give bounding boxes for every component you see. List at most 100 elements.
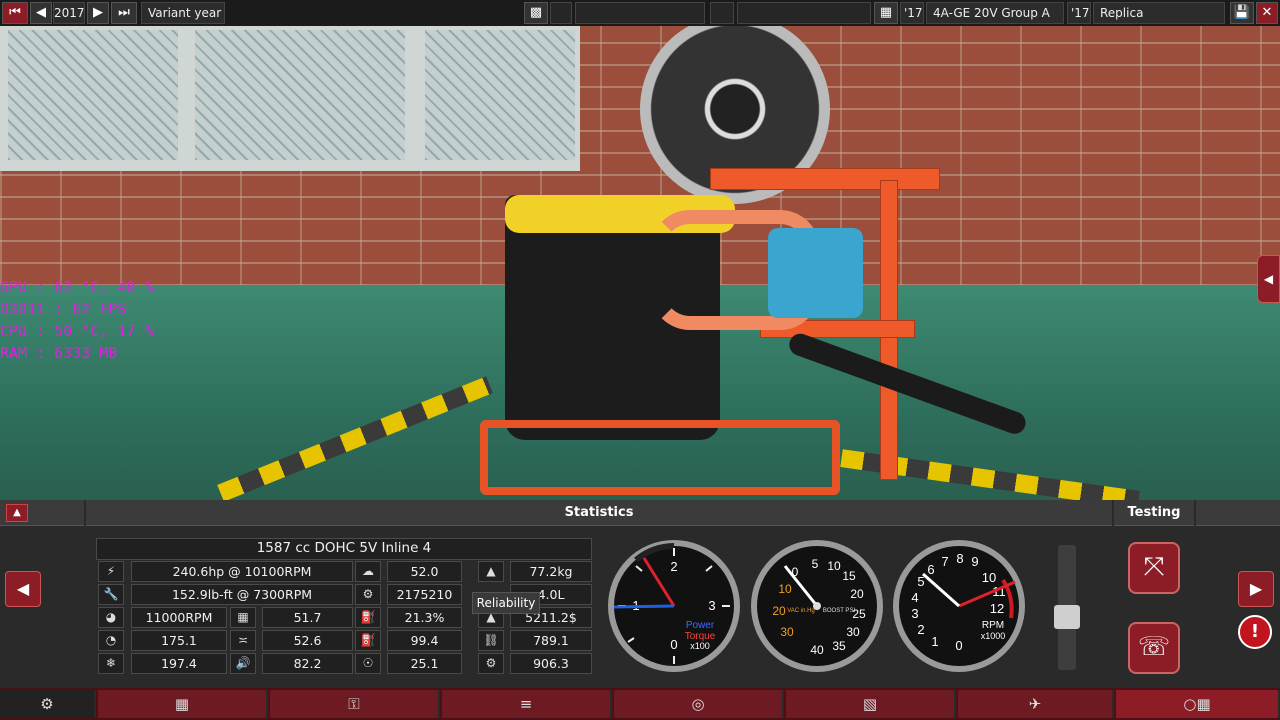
close-icon[interactable]: ✕ (1256, 2, 1278, 24)
game-screen: GPU : 62 °C, 48 % D3D11 : 62 FPS CPU : 5… (0, 0, 1280, 720)
testing-title: Testing (1114, 500, 1194, 526)
snowflake-icon: ❄ (98, 653, 124, 674)
power-needle (613, 604, 675, 609)
fuel-icon: ⛽ (355, 607, 381, 628)
nav-crank-button[interactable]: ⚿ (270, 690, 440, 718)
rpm-label-8: 8 (956, 551, 963, 566)
garage-windows (0, 26, 580, 171)
dyno-graph-button[interactable]: ⤧ (1128, 542, 1180, 594)
rpm-label-1: 1 (931, 634, 938, 649)
reliability-tooltip: Reliability (472, 592, 540, 614)
slot-empty-1 (550, 2, 572, 24)
response-stat: 52.6 (262, 630, 353, 651)
save-icon[interactable]: 💾 (1230, 2, 1254, 24)
nav-fuel-button[interactable]: ▧ (786, 690, 956, 718)
consumption-icon: ☉ (355, 653, 381, 674)
service-icon: ⛓ (478, 630, 504, 651)
stat-v3: 21.3% (387, 607, 462, 628)
speaker-icon: 🔊 (230, 653, 256, 674)
rpm-label-4: 4 (911, 590, 918, 605)
dynamometer (768, 228, 863, 318)
osd-cpu: CPU : 50 °C, 17 % (0, 322, 154, 340)
performance-overlay: GPU : 62 °C, 48 % D3D11 : 62 FPS CPU : 5… (0, 276, 154, 364)
boost-label-5: 5 (812, 557, 819, 571)
side-panel-tab[interactable]: ◀ (1257, 255, 1280, 303)
nav-block-button[interactable]: ▦ (98, 690, 268, 718)
boost-unit: BOOST PSI (823, 608, 856, 614)
stat-c1: 175.1 (131, 630, 227, 651)
rpm-label-0: 0 (955, 638, 962, 653)
slot-empty-4 (737, 2, 871, 24)
rewind-icon[interactable]: ⏮ (2, 2, 28, 24)
power-torque-gauge: 0 1 2 3 Power Torque x100 (608, 540, 740, 672)
panel-right-header (1196, 500, 1280, 526)
weight-stat: 77.2kg (510, 561, 592, 582)
rpm-gauge: 0 1 2 3 4 5 6 7 8 9 10 11 12 RPM x1000 (893, 540, 1025, 672)
prev-year-button[interactable]: ◀ (30, 2, 52, 24)
slot-empty-2 (575, 2, 705, 24)
throttle-slider-thumb[interactable] (1054, 605, 1080, 629)
stat-v5: 25.1 (387, 653, 462, 674)
response-icon: ≍ (230, 630, 256, 651)
rpm-label-9: 9 (971, 554, 978, 569)
boost-label-20: 20 (850, 587, 864, 601)
torque-icon: 🔧 (98, 584, 124, 605)
engine-name[interactable]: 4A-GE 20V Group A (926, 2, 1064, 24)
nav-exhaust-button[interactable]: ✈ (958, 690, 1114, 718)
boost-label-30: 30 (846, 625, 860, 639)
rpm-label-2: 2 (917, 622, 924, 637)
boost-label-40: 40 (810, 643, 824, 657)
gauge-icon: ◔ (98, 630, 124, 651)
radiator-icon: ▦ (230, 607, 256, 628)
boost-label-35: 35 (832, 639, 846, 653)
rpm-label-6: 6 (927, 562, 934, 577)
reliability-icon: ⚙ (478, 653, 504, 674)
power-scale: x100 (690, 641, 710, 651)
stat-v4: 99.4 (387, 630, 462, 651)
osd-ram: RAM : 6333 MB (0, 344, 118, 362)
fuel-pump-icon: ⛽ (355, 630, 381, 651)
osd-gpu: GPU : 62 °C, 48 % (0, 278, 154, 296)
nav-heads-button[interactable]: ≡ (442, 690, 612, 718)
engine-sound-button[interactable]: ☏ (1128, 622, 1180, 674)
fast-forward-icon[interactable]: ⏭ (111, 2, 137, 24)
rpm-label-12: 12 (990, 601, 1004, 616)
rpm-label-7: 7 (941, 554, 948, 569)
weight-icon: ▲ (478, 561, 504, 582)
vac-unit: VAC in.Hg (787, 608, 815, 614)
power-stat: 240.6hp @ 10100RPM (131, 561, 353, 582)
emissions-icon: ☁ (355, 561, 381, 582)
engine-family-icon[interactable]: ▦ (874, 2, 898, 24)
rpm-label-3: 3 (911, 606, 918, 621)
power-gauge-label-0: 0 (670, 637, 677, 652)
variant-year-label: Variant year (141, 2, 225, 24)
year-value: 2017 (53, 2, 85, 24)
redline-stat: 11000RPM (131, 607, 227, 628)
osd-d3d: D3D11 : 62 FPS (0, 300, 127, 318)
power-gauge-label-2: 2 (670, 559, 677, 574)
power-gauge-label-3: 3 (708, 598, 715, 613)
efficiency-icon: ⚙ (355, 584, 381, 605)
variant-name[interactable]: Replica (1093, 2, 1225, 24)
nav-testing-button[interactable]: ○▦ (1116, 690, 1280, 718)
power-icon: ⚡ (98, 561, 124, 582)
stat-v2: 2175210 (387, 584, 462, 605)
power-unit: Power (686, 620, 715, 631)
prev-stage-button[interactable]: ◀ (5, 571, 41, 607)
variant-year: '17 (1067, 2, 1091, 24)
garage-scene (0, 0, 1280, 500)
collapse-panel-button[interactable]: ▲ (6, 504, 28, 522)
rpm-label-10: 10 (982, 570, 996, 585)
next-year-button[interactable]: ▶ (87, 2, 109, 24)
nav-family-button[interactable]: ⚙ (0, 690, 96, 718)
next-stage-button[interactable]: ▶ (1238, 571, 1274, 607)
engine-stand (480, 420, 840, 495)
car-icon[interactable]: ▩ (524, 2, 548, 24)
nav-aspiration-button[interactable]: ◎ (614, 690, 784, 718)
top-bar: ⏮ ◀ 2017 ▶ ⏭ Variant year ▩ ▦ '17 4A-GE … (0, 0, 1280, 26)
stat-v1: 52.0 (387, 561, 462, 582)
rpm-scale: x1000 (981, 631, 1006, 641)
boost-label-10: 10 (827, 559, 841, 573)
warning-icon[interactable]: ! (1238, 615, 1272, 649)
vac-label-30: 30 (780, 625, 794, 639)
